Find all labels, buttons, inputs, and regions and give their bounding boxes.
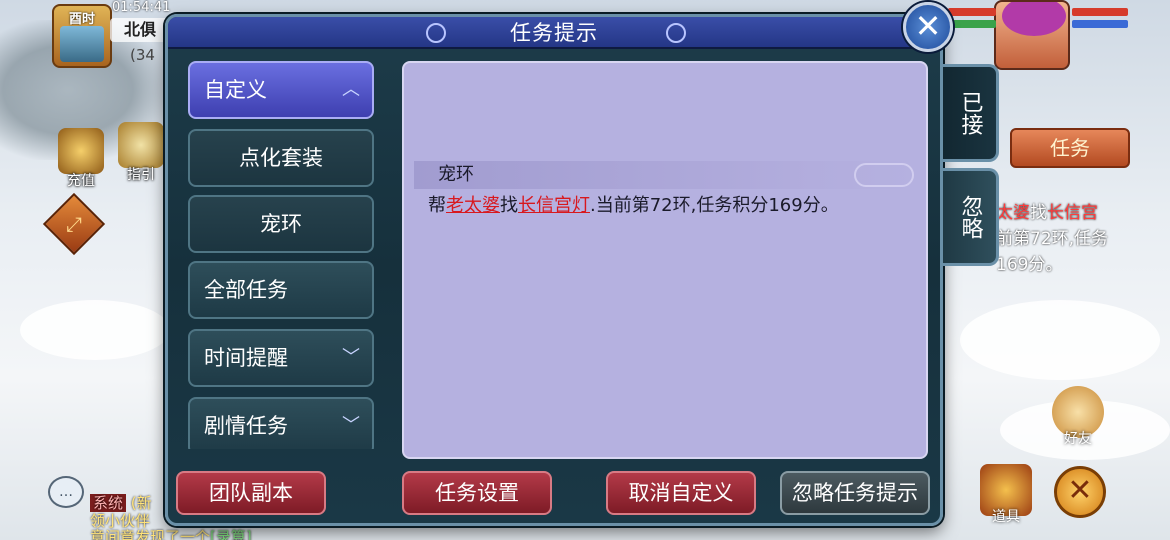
category-time-reminder-label: 时间提醒 — [204, 346, 288, 370]
category-dianhua-set[interactable]: 点化套装 — [188, 129, 374, 187]
category-dianhua-set-label: 点化套装 — [239, 146, 323, 170]
close-icon[interactable]: ✕ — [903, 2, 953, 52]
location-coords: (34 — [130, 46, 155, 64]
category-list[interactable]: 自定义 ︿ 点化套装 宠环 全部任务 时间提醒 ﹀ 剧情任务 ﹀ — [188, 61, 374, 449]
dialog-title: 任务提示 — [510, 21, 598, 45]
mp-bar — [948, 20, 996, 28]
category-story-tasks[interactable]: 剧情任务 ﹀ — [188, 397, 374, 449]
location-name: 北俱 — [110, 18, 172, 42]
task-name-header: 宠环 — [414, 161, 914, 189]
task-tracker-button[interactable]: 任务 — [1010, 128, 1130, 168]
category-time-reminder[interactable]: 时间提醒 ﹀ — [188, 329, 374, 387]
chat-bubble-icon[interactable]: … — [48, 476, 84, 508]
chevron-down-icon: ﹀ — [342, 415, 360, 436]
shichen-label: 酉时 — [68, 12, 95, 27]
guide-label: 指引 — [127, 167, 155, 183]
system-time: 01:54:41 — [112, 0, 171, 15]
target-link[interactable]: 长信宫灯 — [518, 195, 590, 216]
task-detail-panel: 宠环 帮老太婆找长信宫灯.当前第72环,任务积分169分。 — [402, 61, 928, 459]
team-dungeon-button[interactable]: 团队副本 — [176, 471, 326, 515]
task-description: 帮老太婆找长信宫灯.当前第72环,任务积分169分。 — [428, 195, 839, 216]
guide-button[interactable]: 指引 — [118, 122, 164, 183]
snow-mound — [960, 300, 1160, 380]
category-all-tasks[interactable]: 全部任务 — [188, 261, 374, 319]
category-custom-label: 自定义 — [204, 78, 267, 102]
task-hint-dialog: 任务提示 自定义 ︿ 点化套装 宠环 全部任务 时间提醒 ﹀ 剧情任务 ﹀ 宠环 — [165, 14, 943, 526]
friends-label: 好友 — [1064, 431, 1092, 447]
category-pet-ring[interactable]: 宠环 — [188, 195, 374, 253]
inventory-button[interactable]: 道具 — [980, 464, 1032, 525]
category-pet-ring-label: 宠环 — [260, 212, 302, 236]
chevron-up-icon: ︿ — [342, 79, 360, 100]
friends-button[interactable]: 好友 — [1052, 386, 1104, 447]
npc-link[interactable]: 老太婆 — [446, 195, 500, 216]
recharge-label: 充值 — [67, 173, 95, 189]
cancel-custom-button[interactable]: 取消自定义 — [606, 471, 756, 515]
chevron-down-icon: ﹀ — [342, 347, 360, 368]
category-story-tasks-label: 剧情任务 — [204, 414, 288, 438]
chat-line-3-link[interactable]: [录算] — [210, 528, 252, 540]
mp-bar-2 — [1072, 20, 1128, 28]
recharge-button[interactable]: 充值 — [58, 128, 104, 189]
time-of-day-badge[interactable]: 酉时 — [52, 4, 112, 68]
tab-accepted[interactable]: 已接 — [943, 64, 999, 162]
inventory-label: 道具 — [992, 509, 1020, 525]
scene-thumbnail — [60, 26, 104, 62]
chat-line-3: 意间竟发现了一个[录算] — [90, 526, 252, 540]
ignore-task-hints-button[interactable]: 忽略任务提示 — [780, 471, 930, 515]
task-settings-button[interactable]: 任务设置 — [402, 471, 552, 515]
tab-ignored[interactable]: 忽略 — [943, 168, 999, 266]
task-name: 宠环 — [438, 164, 474, 185]
chat-line-3-text: 意间竟发现了一个 — [90, 528, 211, 540]
hp-bar-2 — [1072, 8, 1128, 16]
hud-close-icon[interactable]: ✕ — [1054, 466, 1106, 518]
hp-bar — [948, 8, 996, 16]
category-custom[interactable]: 自定义 ︿ — [188, 61, 374, 119]
dialog-title-bar: 任务提示 — [168, 17, 940, 49]
category-all-tasks-label: 全部任务 — [204, 278, 288, 302]
cloud-ornament-icon — [854, 163, 914, 187]
player-avatar[interactable] — [994, 0, 1070, 70]
snow-mound — [20, 300, 170, 360]
expand-icon[interactable]: ⤢ — [42, 192, 106, 256]
task-tracker-text[interactable]: 太婆找长信宫 前第72环,任务 169分。 — [996, 200, 1166, 278]
